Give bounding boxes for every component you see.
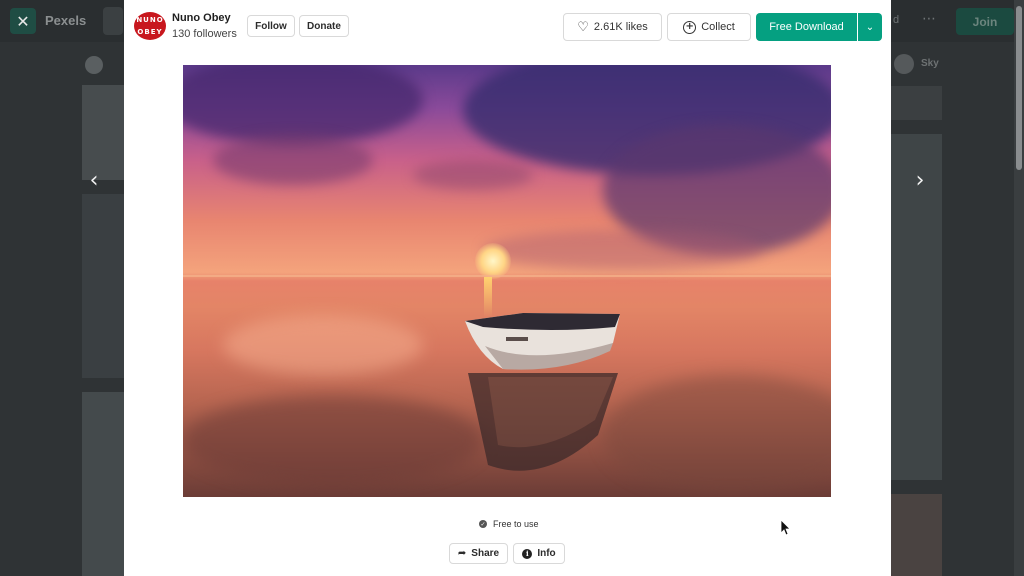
share-icon: ➦ (457, 548, 467, 559)
site-brand[interactable]: Pexels (45, 13, 86, 28)
photo-boat-reflection (468, 373, 618, 471)
donate-label: Donate (307, 20, 341, 32)
chevron-left-icon[interactable]: ‹ (82, 168, 106, 193)
heart-icon: ♡ (577, 19, 589, 35)
background-tile (891, 86, 942, 120)
chevron-right-icon[interactable]: › (908, 168, 932, 193)
photo-boat (465, 313, 620, 370)
download-options-button[interactable]: ⌄ (858, 13, 882, 41)
photo-cloud (183, 65, 423, 145)
author-name[interactable]: Nuno Obey (172, 12, 231, 24)
photo-viewer-modal: NUNO OBEY Nuno Obey 130 followers Follow… (124, 0, 891, 576)
license-label: Free to use (493, 519, 539, 529)
collect-label: Collect (701, 21, 735, 33)
follow-label: Follow (255, 20, 287, 32)
photo-horizon (183, 275, 831, 277)
share-button[interactable]: ➦ Share (449, 543, 508, 564)
main-photo[interactable] (183, 65, 831, 497)
donate-button[interactable]: Donate (299, 15, 349, 37)
photo-cloud (413, 160, 533, 190)
plus-circle-icon: + (683, 20, 697, 34)
close-icon: ✕ (16, 11, 30, 31)
close-viewer-button[interactable]: ✕ (10, 8, 36, 34)
download-label: Free Download (769, 21, 844, 33)
author-followers: 130 followers (172, 28, 237, 40)
info-icon: i (522, 548, 533, 559)
like-button[interactable]: ♡ 2.61K likes (563, 13, 662, 41)
photo-water-reflection (183, 395, 483, 485)
background-avatar (894, 54, 914, 74)
author-avatar[interactable]: NUNO OBEY (134, 12, 166, 40)
site-search-input[interactable] (103, 7, 123, 35)
mouse-cursor-icon (780, 519, 791, 536)
check-circle-icon: ✓ (479, 520, 487, 528)
follow-button[interactable]: Follow (247, 15, 295, 37)
background-tile (82, 85, 124, 180)
join-button[interactable]: Join (956, 8, 1014, 35)
scrollbar-thumb[interactable] (1016, 6, 1022, 170)
info-button[interactable]: i Info (513, 543, 565, 564)
background-tile (82, 392, 124, 576)
license-note: ✓ Free to use (479, 519, 539, 529)
avatar-text-line: OBEY (137, 27, 163, 36)
photo-water-reflection (603, 375, 831, 495)
more-icon[interactable]: ⋯ (922, 11, 936, 27)
site-nav-partial-text: d (893, 14, 900, 26)
info-label: Info (537, 548, 556, 559)
photo-cloud (483, 230, 763, 270)
background-avatar (85, 56, 103, 74)
background-tile (891, 494, 942, 576)
photo-water-reflection (223, 315, 423, 375)
free-download-button[interactable]: Free Download (756, 13, 857, 41)
avatar-text-line: NUNO (136, 15, 164, 24)
background-tag-sky: Sky (921, 58, 939, 69)
photo-cloud (213, 135, 373, 185)
likes-count: 2.61K likes (593, 21, 648, 33)
collect-button[interactable]: + Collect (667, 13, 751, 41)
background-tile (82, 194, 124, 378)
share-label: Share (471, 548, 500, 559)
photo-sun (475, 243, 511, 279)
chevron-down-icon: ⌄ (865, 21, 875, 33)
